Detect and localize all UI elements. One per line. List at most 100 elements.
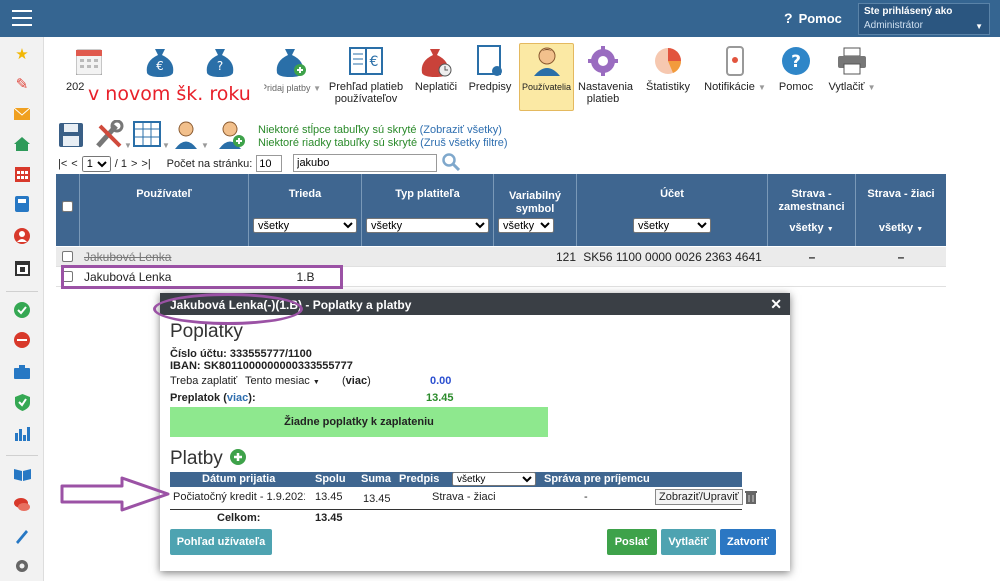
chevron-down-icon: ▼	[313, 84, 321, 93]
caret-down-icon: ▼	[916, 226, 924, 233]
pager: |< < 1 / 1 > >| Počet na stránku:	[58, 155, 283, 172]
toolbar-add-payments[interactable]: Pridaj platby ▼	[258, 44, 324, 95]
send-button[interactable]: Poslať	[607, 529, 657, 555]
table-row[interactable]: Jakubová Lenka 121 SK56 1100 0000 0026 2…	[56, 247, 946, 267]
last-page-button[interactable]: >|	[141, 158, 150, 170]
toolbar-money-bag-2[interactable]: ?	[198, 44, 242, 81]
next-page-button[interactable]: >	[131, 158, 137, 170]
show-all-link[interactable]: (Zobraziť všetky)	[420, 124, 502, 136]
overpayment-more-link[interactable]: viac	[227, 392, 248, 404]
sidebar: ★ ✎	[0, 37, 44, 581]
hamburger-menu-icon[interactable]	[12, 10, 32, 26]
toolbar-help[interactable]: ? Pomoc	[774, 44, 818, 93]
annotation-highlight-box	[61, 265, 343, 289]
chevron-down-icon: ▼	[312, 379, 320, 386]
column-meals-pupils[interactable]: Strava - žiaci všetky ▼	[856, 174, 946, 246]
money-bag-clock-icon	[419, 44, 453, 78]
home-icon[interactable]	[13, 135, 31, 153]
column-payer-type[interactable]: Typ platiteľa všetky	[362, 174, 494, 246]
var-symbol-filter-select[interactable]: všetky	[498, 218, 554, 233]
chevron-down-icon: ▼	[975, 22, 983, 31]
save-icon[interactable]	[58, 122, 84, 151]
toolbar-debtors[interactable]: Neplatiči	[412, 44, 460, 93]
row-checkbox[interactable]	[62, 251, 73, 262]
toolbar-prescriptions[interactable]: Predpisy	[466, 44, 514, 93]
book-icon[interactable]	[13, 195, 31, 213]
svg-text:▼: ▼	[201, 141, 209, 150]
calendar-day-icon[interactable]	[13, 259, 31, 277]
prev-page-button[interactable]: <	[71, 158, 77, 170]
calendar-icon[interactable]	[13, 165, 31, 183]
table-columns-icon[interactable]: ▼	[133, 121, 170, 152]
no-fees-banner: Žiadne poplatky k zaplateniu	[170, 407, 548, 437]
per-page-label: Počet na stránku:	[166, 157, 253, 170]
toolbar-money-bag-1[interactable]: €	[138, 44, 182, 81]
annotation-ellipse	[153, 293, 303, 325]
money-bag-add-icon	[274, 44, 308, 78]
close-button[interactable]: Zatvoriť	[720, 529, 776, 555]
user-group-icon[interactable]: ▼	[173, 120, 209, 153]
user-view-button[interactable]: Pohľad užívateľa	[170, 529, 272, 555]
column-variable-symbol[interactable]: Variabilný symbol všetky	[494, 174, 577, 246]
search-input[interactable]	[293, 154, 437, 172]
toolbar-users[interactable]: Používatelia	[519, 43, 574, 111]
check-circle-icon[interactable]	[13, 301, 31, 319]
view-edit-button[interactable]: Zobraziť/Upraviť	[655, 489, 743, 505]
search-icon[interactable]	[442, 153, 461, 172]
top-bar: ? Pomoc Ste prihlásený ako Administrátor …	[0, 0, 1000, 37]
page-select[interactable]: 1	[81, 155, 111, 172]
open-book-icon[interactable]	[13, 465, 31, 483]
toolbar-notifications[interactable]: Notifikácie ▼	[702, 44, 768, 94]
column-class[interactable]: Trieda všetky	[249, 174, 362, 246]
tools-icon[interactable]: ▼	[94, 119, 132, 153]
money-bag-question-icon: ?	[203, 44, 237, 78]
sidebar-divider	[6, 455, 38, 456]
svg-text:▼: ▼	[162, 141, 169, 149]
toolbar-payment-settings[interactable]: Nastavenia platieb	[578, 44, 633, 105]
first-page-button[interactable]: |<	[58, 158, 67, 170]
no-entry-icon[interactable]	[13, 331, 31, 349]
bar-chart-icon[interactable]	[13, 425, 31, 443]
annotation-text: v novom šk. roku	[86, 81, 264, 109]
overpayment-value: 13.45	[426, 392, 454, 404]
pen-icon[interactable]	[13, 527, 31, 545]
payment-row: Počiatočný kredit - 1.9.2021 13.45 13.45…	[170, 488, 743, 510]
trash-icon[interactable]	[745, 490, 757, 507]
chat-icon[interactable]	[13, 495, 31, 513]
page-count: / 1	[114, 157, 127, 170]
person-icon[interactable]	[13, 227, 31, 245]
cancel-filters-link[interactable]: (Zruš všetky filtre)	[420, 137, 507, 149]
briefcase-icon[interactable]	[13, 363, 31, 381]
per-page-input[interactable]	[256, 155, 283, 172]
column-account[interactable]: Účet všetky	[577, 174, 768, 246]
toolbar-print[interactable]: Vytlačiť ▼	[824, 44, 880, 94]
toolbar-payments-overview[interactable]: € Prehľad platieb používateľov	[328, 44, 404, 105]
period-select[interactable]: Tento mesiac ▼	[245, 375, 320, 387]
magic-wand-icon[interactable]: ✎	[13, 75, 31, 93]
svg-text:▼: ▼	[124, 141, 130, 150]
prescription-filter-select[interactable]: všetky	[452, 472, 536, 486]
payer-type-filter-select[interactable]: všetky	[366, 218, 489, 233]
shield-check-icon[interactable]	[13, 393, 31, 411]
user-dropdown[interactable]: Ste prihlásený ako Administrátor ▼	[858, 3, 990, 35]
document-icon	[473, 44, 507, 78]
toolbar-statistics[interactable]: Štatistiky	[643, 44, 693, 93]
gear-icon[interactable]	[13, 557, 31, 575]
close-icon[interactable]: ✕	[770, 296, 782, 313]
total-value: 13.45	[315, 512, 343, 524]
star-icon[interactable]: ★	[13, 45, 31, 63]
chevron-down-icon: ▼	[757, 83, 766, 92]
add-user-icon[interactable]	[218, 120, 246, 153]
help-link[interactable]: ? Pomoc	[784, 10, 842, 26]
print-button[interactable]: Vytlačiť	[661, 529, 716, 555]
column-user[interactable]: Používateľ	[80, 174, 249, 246]
add-payment-icon[interactable]	[230, 449, 246, 468]
envelope-icon[interactable]	[13, 105, 31, 123]
account-filter-select[interactable]: všetky	[633, 218, 711, 233]
phone-icon	[718, 44, 752, 78]
more-link[interactable]: (viac)	[342, 375, 371, 387]
settings-icon	[586, 44, 620, 78]
select-all-checkbox[interactable]	[62, 201, 73, 212]
column-meals-staff[interactable]: Strava - zamestnanci všetky ▼	[768, 174, 856, 246]
class-filter-select[interactable]: všetky	[253, 218, 357, 233]
